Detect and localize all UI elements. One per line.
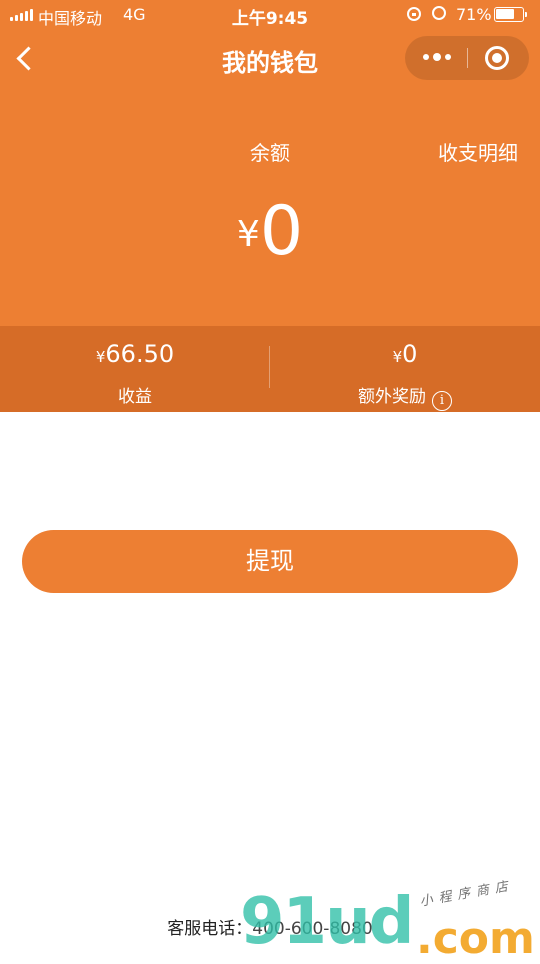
earnings-currency: ¥ [95,348,106,366]
info-icon[interactable]: i [432,391,452,411]
earnings-stat[interactable]: ¥66.50 收益 [0,326,270,412]
earnings-amount: ¥66.50 [0,340,270,368]
watermark-logo: 91ud 小程序商店 .com [240,878,540,964]
rotation-lock-icon [407,7,421,21]
withdraw-button[interactable]: 提现 [22,530,518,593]
balance-amount: ¥0 [0,192,540,271]
balance-currency: ¥ [236,214,260,255]
watermark-domain: .com [416,913,535,964]
battery-level [496,9,514,19]
earnings-value: 66.50 [105,340,175,368]
mini-program-capsule [405,36,529,80]
more-dots-icon [423,54,429,60]
watermark-digits: 91ud [240,885,414,959]
wallet-header: 中国移动 4G 上午9:45 71% 我的钱包 余额 收支明细 ¥0 [0,0,540,326]
nav-bar: 我的钱包 [0,36,540,82]
bonus-value: 0 [402,340,418,368]
bonus-label-row: 额外奖励 i [270,382,540,411]
balance-value: 0 [259,192,304,271]
transaction-details-link[interactable]: 收支明细 [438,137,518,166]
status-bar: 中国移动 4G 上午9:45 71% [0,0,540,30]
alarm-icon [432,6,446,20]
earnings-label: 收益 [118,387,152,407]
bonus-amount: ¥0 [270,340,540,368]
close-button[interactable] [485,46,509,70]
bonus-label: 额外奖励 [358,387,426,407]
bonus-currency: ¥ [392,348,403,366]
bonus-stat[interactable]: ¥0 额外奖励 i [270,326,540,412]
watermark-tagline: 小程序商店 [418,878,515,910]
stats-band: ¥66.50 收益 ¥0 额外奖励 i [0,326,540,412]
capsule-divider [467,48,468,68]
more-button[interactable] [423,53,451,61]
battery-icon [494,7,527,22]
battery-percent: 71% [456,5,492,24]
